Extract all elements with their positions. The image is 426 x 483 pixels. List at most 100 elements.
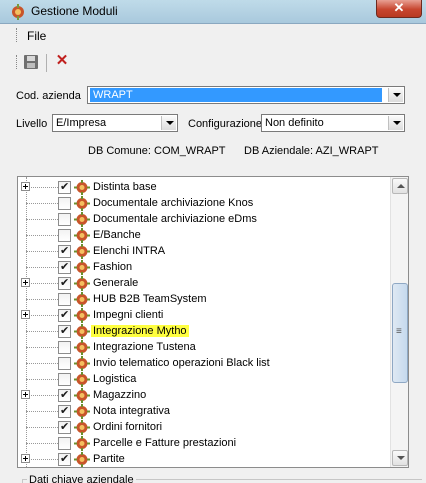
module-checkbox[interactable] [58, 197, 71, 210]
list-item[interactable]: Fashion [18, 259, 390, 275]
module-icon [74, 276, 90, 291]
chevron-down-icon[interactable] [388, 88, 403, 102]
expand-plus-icon[interactable] [21, 182, 30, 191]
toolbar-separator [46, 54, 47, 72]
configurazione-combo[interactable]: Non definito [261, 114, 405, 132]
delete-icon[interactable]: ✕ [53, 52, 71, 70]
module-icon [74, 372, 90, 387]
module-icon [74, 324, 90, 339]
module-label: Integrazione Tustena [93, 341, 196, 353]
module-icon [74, 452, 90, 467]
list-item[interactable]: Documentale archiviazione eDms [18, 211, 390, 227]
list-item[interactable]: Partite [18, 451, 390, 467]
module-checkbox[interactable] [58, 229, 71, 242]
module-checkbox[interactable] [58, 420, 71, 434]
module-label: Distinta base [93, 181, 157, 193]
scroll-down-icon[interactable] [392, 450, 408, 466]
list-item[interactable]: Nota integrativa [18, 403, 390, 419]
db-comune-text: DB Comune: COM_WRAPT [88, 145, 226, 157]
vertical-scrollbar[interactable] [390, 177, 408, 467]
menu-bar: File [0, 24, 426, 46]
module-label: Documentale archiviazione Knos [93, 197, 254, 209]
window-title: Gestione Moduli [31, 4, 118, 18]
module-checkbox[interactable] [58, 452, 71, 466]
groupbox-title: Dati chiave aziendale [27, 474, 136, 483]
module-icon [74, 212, 90, 227]
expand-plus-icon[interactable] [21, 310, 30, 319]
toolbar: ✕ [0, 48, 426, 78]
livello-combo[interactable]: E/Impresa [52, 114, 178, 132]
module-label: Ordini fornitori [93, 421, 163, 433]
module-icon [74, 404, 90, 419]
module-label: Impegni clienti [93, 309, 164, 321]
livello-label: Livello [16, 118, 48, 130]
module-icon [74, 388, 90, 403]
list-item[interactable]: Parcelle e Fatture prestazioni [18, 435, 390, 451]
expand-plus-icon[interactable] [21, 454, 30, 463]
scroll-thumb[interactable] [392, 283, 408, 383]
module-icon [74, 260, 90, 275]
module-label: Integrazione Mytho [91, 325, 189, 337]
list-item[interactable]: Integrazione Tustena [18, 339, 390, 355]
menu-grip [16, 28, 19, 42]
module-label: HUB B2B TeamSystem [93, 293, 207, 305]
expand-plus-icon[interactable] [21, 390, 30, 399]
list-item[interactable]: Distinta base [18, 179, 390, 195]
module-label: Generale [93, 277, 139, 289]
app-icon [12, 4, 24, 20]
module-tree[interactable]: Distinta base Documentale archiviazione K… [17, 176, 409, 468]
list-item[interactable]: Ordini fornitori [18, 419, 390, 435]
cod-azienda-combo[interactable]: WRAPT [87, 86, 405, 104]
scroll-up-icon[interactable] [392, 178, 408, 194]
expand-plus-icon[interactable] [21, 278, 30, 287]
module-checkbox[interactable] [58, 260, 71, 274]
module-label: Elenchi INTRA [93, 245, 166, 257]
list-item[interactable]: Integrazione Mytho [18, 323, 390, 339]
module-label: Partite [93, 453, 125, 465]
module-icon [74, 292, 90, 307]
close-button[interactable]: ✕ [376, 0, 422, 18]
module-checkbox[interactable] [58, 404, 71, 418]
module-checkbox[interactable] [58, 293, 71, 306]
module-checkbox[interactable] [58, 180, 71, 194]
module-label: E/Banche [93, 229, 141, 241]
module-checkbox[interactable] [58, 308, 71, 322]
menu-file[interactable]: File [27, 29, 46, 43]
list-item[interactable]: Magazzino [18, 387, 390, 403]
module-checkbox[interactable] [58, 341, 71, 354]
module-label: Fashion [93, 261, 133, 273]
cod-azienda-value: WRAPT [90, 88, 382, 102]
module-checkbox[interactable] [58, 244, 71, 258]
module-label: Documentale archiviazione eDms [93, 213, 257, 225]
module-checkbox[interactable] [58, 213, 71, 226]
chevron-down-icon[interactable] [388, 116, 403, 130]
list-item[interactable]: Impegni clienti [18, 307, 390, 323]
module-checkbox[interactable] [58, 324, 71, 338]
list-item[interactable]: Logistica [18, 371, 390, 387]
module-icon [74, 244, 90, 259]
module-label: Magazzino [93, 389, 147, 401]
module-icon [74, 196, 90, 211]
floppy-disk-icon[interactable] [22, 53, 40, 71]
module-label: Parcelle e Fatture prestazioni [93, 437, 237, 449]
configurazione-label: Configurazione [188, 118, 262, 130]
list-item[interactable]: Elenchi INTRA [18, 243, 390, 259]
module-checkbox[interactable] [58, 276, 71, 290]
module-checkbox[interactable] [58, 373, 71, 386]
list-item[interactable]: Documentale archiviazione Knos [18, 195, 390, 211]
module-checkbox[interactable] [58, 388, 71, 402]
toolbar-grip [16, 55, 19, 69]
list-item[interactable]: HUB B2B TeamSystem [18, 291, 390, 307]
list-item[interactable]: E/Banche [18, 227, 390, 243]
module-label: Nota integrativa [93, 405, 171, 417]
chevron-down-icon[interactable] [161, 116, 176, 130]
list-item[interactable]: Invio telematico operazioni Black list [18, 355, 390, 371]
module-icon [74, 356, 90, 371]
db-aziendale-text: DB Aziendale: AZI_WRAPT [244, 145, 379, 157]
module-checkbox[interactable] [58, 357, 71, 370]
list-item[interactable]: Generale [18, 275, 390, 291]
module-icon [74, 308, 90, 323]
module-icon [74, 420, 90, 435]
module-icon [74, 180, 90, 195]
module-checkbox[interactable] [58, 437, 71, 450]
